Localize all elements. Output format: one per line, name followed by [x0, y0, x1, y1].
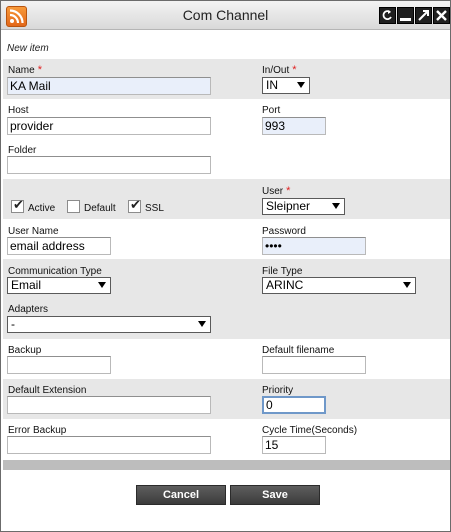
port-field[interactable]: 993: [262, 117, 326, 135]
required-marker: *: [286, 185, 291, 197]
in-out-label: In/Out *: [262, 64, 297, 76]
priority-field[interactable]: 0: [262, 396, 326, 414]
folder-label: Folder: [8, 145, 37, 156]
port-label: Port: [262, 105, 281, 116]
required-marker: *: [37, 64, 42, 76]
cycle-time-label: Cycle Time(Seconds): [262, 425, 358, 436]
host-label: Host: [8, 105, 29, 116]
ssl-label: SSL: [145, 203, 164, 214]
cycle-time-field[interactable]: 15: [262, 436, 326, 454]
chevron-down-icon: [403, 282, 411, 288]
communication-type-select[interactable]: Email: [7, 277, 111, 294]
chevron-down-icon: [98, 282, 106, 288]
in-out-value: IN: [266, 78, 278, 92]
user-name-field[interactable]: email address: [7, 237, 111, 255]
active-checkbox[interactable]: ✔: [11, 198, 24, 213]
default-filename-field[interactable]: [262, 356, 366, 374]
user-label: User *: [262, 185, 291, 197]
in-out-select[interactable]: IN: [262, 77, 310, 94]
priority-label: Priority: [262, 385, 294, 396]
adapters-select[interactable]: -: [7, 316, 211, 333]
file-type-select[interactable]: ARINC: [262, 277, 416, 294]
row-band: [3, 179, 450, 219]
default-filename-label: Default filename: [262, 345, 335, 356]
folder-field[interactable]: [7, 156, 211, 174]
section-title: New item: [7, 43, 49, 54]
error-backup-label: Error Backup: [8, 425, 67, 436]
password-label: Password: [262, 226, 306, 237]
footer-divider: [3, 460, 450, 470]
error-backup-field[interactable]: [7, 436, 211, 454]
chevron-down-icon: [297, 82, 305, 88]
ssl-checkbox[interactable]: ✔: [128, 198, 141, 213]
cancel-button[interactable]: Cancel: [136, 485, 226, 505]
save-button[interactable]: Save: [230, 485, 320, 505]
checkmark-icon: ✔: [130, 198, 141, 213]
file-type-label: File Type: [262, 266, 303, 277]
file-type-value: ARINC: [266, 278, 304, 292]
user-select[interactable]: Sleipner: [262, 198, 345, 215]
communication-type-value: Email: [11, 278, 42, 292]
refresh-icon[interactable]: [379, 7, 396, 24]
active-label: Active: [28, 203, 56, 214]
default-checkbox[interactable]: [67, 200, 80, 213]
title-bar: Com Channel: [1, 1, 450, 30]
backup-label: Backup: [8, 345, 42, 356]
required-marker: *: [292, 64, 297, 76]
default-label: Default: [84, 203, 116, 214]
adapters-label: Adapters: [8, 304, 49, 315]
chevron-down-icon: [332, 203, 340, 209]
name-field[interactable]: KA Mail: [7, 77, 211, 95]
user-value: Sleipner: [266, 199, 311, 213]
com-channel-window: Com Channel New item Name * KA Mail In/O…: [0, 0, 451, 532]
backup-field[interactable]: [7, 356, 111, 374]
default-extension-label: Default Extension: [8, 385, 87, 396]
checkmark-icon: ✔: [13, 198, 24, 213]
host-field[interactable]: provider: [7, 117, 211, 135]
maximize-icon[interactable]: [415, 7, 432, 24]
chevron-down-icon: [198, 321, 206, 327]
default-extension-field[interactable]: [7, 396, 211, 414]
close-icon[interactable]: [433, 7, 450, 24]
adapters-value: -: [11, 317, 15, 331]
password-field[interactable]: ••••: [262, 237, 366, 255]
name-label: Name *: [8, 64, 42, 76]
user-name-label: User Name: [8, 226, 59, 237]
minimize-icon[interactable]: [397, 7, 414, 24]
communication-type-label: Communication Type: [8, 266, 102, 277]
